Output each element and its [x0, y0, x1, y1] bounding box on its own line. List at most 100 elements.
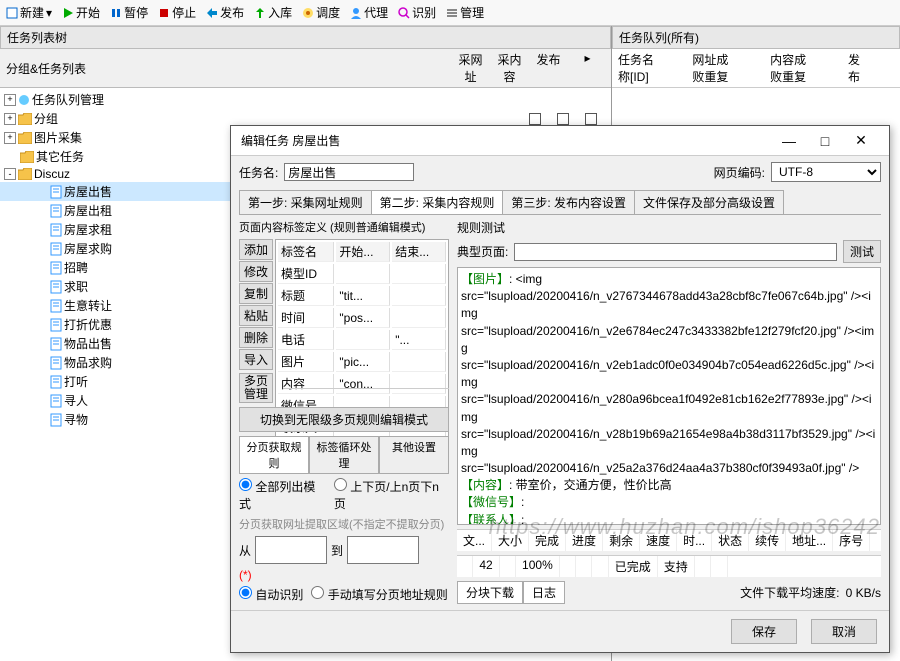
download-headers: 文...大小完成进度剩余速度时...状态续传地址...序号	[457, 529, 881, 551]
checkbox[interactable]	[557, 113, 569, 125]
expand-icon[interactable]: -	[4, 168, 16, 180]
close-button[interactable]: ✕	[843, 132, 879, 149]
tab-log[interactable]: 日志	[523, 581, 565, 604]
subtab-loop[interactable]: 标签循环处理	[309, 436, 379, 474]
save-button[interactable]: 保存	[731, 619, 797, 644]
subtab-other[interactable]: 其他设置	[379, 436, 449, 474]
step-4-tab[interactable]: 文件保存及部分高级设置	[634, 190, 784, 214]
step-2-tab[interactable]: 第二步: 采集内容规则	[371, 190, 504, 214]
document-icon	[50, 318, 62, 332]
queue-headers: 任务名称[ID] 网址成败重复 内容成败重复 发布	[612, 49, 900, 88]
edit-task-dialog: 编辑任务 房屋出售 — □ ✕ 任务名: 网页编码: UTF-8 第一步: 采集…	[230, 125, 890, 653]
tree-item-label: Discuz	[34, 167, 70, 181]
document-icon	[50, 223, 62, 237]
tag-row[interactable]: 图片"pic...	[278, 352, 446, 372]
tree-item-label: 分组	[34, 110, 58, 127]
step-tabs: 第一步: 采集网址规则 第二步: 采集内容规则 第三步: 发布内容设置 文件保存…	[239, 190, 881, 215]
manage-button[interactable]: 管理	[446, 4, 484, 21]
test-button[interactable]: 测试	[843, 240, 881, 263]
to-input[interactable]	[347, 536, 419, 564]
folder-icon	[20, 151, 34, 163]
test-output: 【图片】: <imgsrc="lsupload/20200416/n_v2767…	[457, 267, 881, 525]
tag-删除-button[interactable]: 删除	[239, 327, 273, 348]
task-name-input[interactable]	[284, 163, 414, 181]
radio-manual[interactable]: 手动填写分页地址规则	[311, 586, 447, 603]
document-icon	[50, 261, 62, 275]
pause-button[interactable]: 暂停	[110, 4, 148, 21]
start-button[interactable]: 开始	[62, 4, 100, 21]
task-name-label: 任务名:	[239, 164, 278, 181]
expand-icon[interactable]: +	[4, 132, 16, 144]
document-icon	[50, 204, 62, 218]
new-button[interactable]: 新建▾	[6, 4, 52, 21]
main-toolbar: 新建▾ 开始 暂停 停止 发布 入库 调度 代理 识别 管理	[0, 0, 900, 26]
switch-mode-button[interactable]: 切换到无限级多页规则编辑模式	[239, 407, 449, 432]
expand-icon[interactable]: +	[4, 94, 16, 106]
tree-item[interactable]: + 任务队列管理	[0, 90, 611, 109]
step-1-tab[interactable]: 第一步: 采集网址规则	[239, 190, 372, 214]
radio-all-list[interactable]: 全部列出模式	[239, 478, 326, 512]
command-icon	[18, 93, 30, 107]
tree-item-label: 寻物	[64, 411, 88, 428]
tree-item-label: 打听	[64, 373, 88, 390]
publish-button[interactable]: 发布	[206, 4, 244, 21]
dialog-title: 编辑任务 房屋出售	[241, 132, 340, 149]
tag-section-title: 页面内容标签定义 (规则普通编辑模式)	[239, 219, 449, 235]
tree-item-label: 任务队列管理	[32, 91, 104, 108]
encoding-select[interactable]: UTF-8	[771, 162, 881, 182]
encoding-label: 网页编码:	[714, 164, 765, 181]
radio-updown[interactable]: 上下页/上n页下n页	[334, 478, 449, 512]
tree-item-label: 寻人	[64, 392, 88, 409]
test-url-input[interactable]	[514, 243, 837, 261]
tag-导入-button[interactable]: 导入	[239, 349, 273, 370]
tree-item-label: 物品出售	[64, 335, 112, 352]
stop-button[interactable]: 停止	[158, 4, 196, 21]
tree-col-headers: 采网址采内容发布▸	[453, 51, 605, 85]
cancel-button[interactable]: 取消	[811, 619, 877, 644]
from-input[interactable]	[255, 536, 327, 564]
document-icon	[50, 337, 62, 351]
tree-item-label: 房屋出租	[64, 202, 112, 219]
group-task-tab[interactable]: 分组&任务列表	[6, 60, 453, 77]
paging-note: 分页获取网址提取区域(不指定不提取分页)	[239, 516, 449, 532]
checkbox[interactable]	[529, 113, 541, 125]
tag-row[interactable]: 模型ID	[278, 264, 446, 284]
tree-item-label: 招聘	[64, 259, 88, 276]
subtab-paging[interactable]: 分页获取规则	[239, 436, 309, 474]
document-icon	[50, 280, 62, 294]
folder-icon	[18, 132, 32, 144]
tag-row[interactable]: 标题"tit...	[278, 286, 446, 306]
tree-item-label: 求职	[64, 278, 88, 295]
tree-item-label: 物品求购	[64, 354, 112, 371]
expand-icon[interactable]: +	[4, 113, 16, 125]
minimize-button[interactable]: —	[771, 133, 807, 149]
tag-修改-button[interactable]: 修改	[239, 261, 273, 282]
document-icon	[50, 242, 62, 256]
tag-row[interactable]: 电话"...	[278, 330, 446, 350]
document-icon	[50, 413, 62, 427]
tree-item-label: 其它任务	[36, 148, 84, 165]
multipage-button[interactable]: 多页 管理	[239, 373, 273, 403]
document-icon	[50, 394, 62, 408]
step-3-tab[interactable]: 第三步: 发布内容设置	[502, 190, 635, 214]
document-icon	[50, 356, 62, 370]
download-row: 42 100% 已完成支持	[457, 555, 881, 577]
tag-添加-button[interactable]: 添加	[239, 239, 273, 260]
tab-block-download[interactable]: 分块下载	[457, 581, 523, 604]
schedule-button[interactable]: 调度	[302, 4, 340, 21]
maximize-button[interactable]: □	[807, 133, 843, 149]
task-tree-title: 任务列表树	[0, 26, 611, 49]
proxy-button[interactable]: 代理	[350, 4, 388, 21]
radio-auto[interactable]: 自动识别	[239, 586, 303, 603]
tag-row[interactable]: 时间"pos...	[278, 308, 446, 328]
recognize-button[interactable]: 识别	[398, 4, 436, 21]
tree-item-label: 房屋出售	[64, 183, 112, 200]
queue-title: 任务队列(所有)	[612, 26, 900, 49]
tree-item-label: 图片采集	[34, 129, 82, 146]
import-button[interactable]: 入库	[254, 4, 292, 21]
checkbox[interactable]	[585, 113, 597, 125]
tag-粘贴-button[interactable]: 粘贴	[239, 305, 273, 326]
tree-item-label: 房屋求购	[64, 240, 112, 257]
tag-复制-button[interactable]: 复制	[239, 283, 273, 304]
document-icon	[50, 375, 62, 389]
